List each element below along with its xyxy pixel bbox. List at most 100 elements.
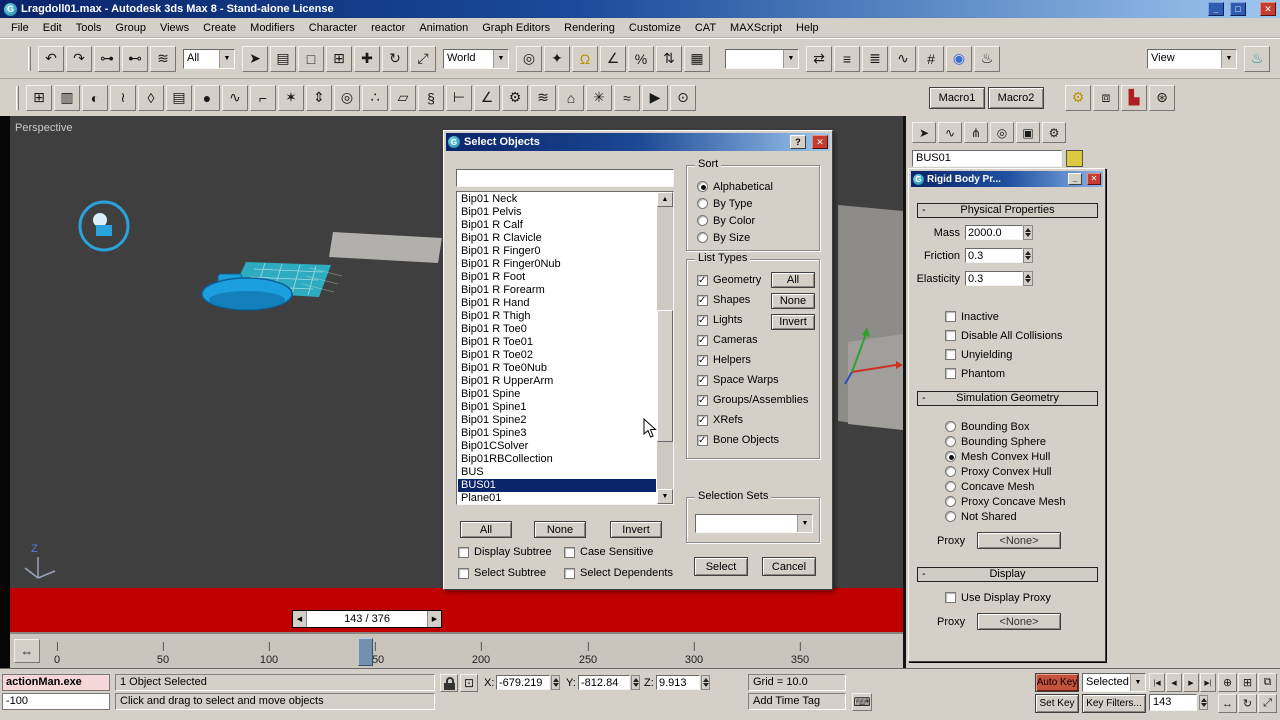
auto-key-button[interactable]: Auto Key: [1035, 673, 1079, 692]
menu-item[interactable]: MAXScript: [723, 20, 789, 36]
undo-icon[interactable]: ↶: [38, 45, 64, 72]
close-button[interactable]: ✕: [1260, 2, 1276, 16]
rollout-collapse-icon[interactable]: -: [922, 568, 926, 581]
object-list-item[interactable]: Bip01CSolver: [458, 440, 656, 453]
rigid-body-titlebar[interactable]: G Rigid Body Pr... _ ✕: [911, 171, 1103, 187]
reference-coordinate-dropdown[interactable]: World ▼: [443, 48, 509, 69]
rollout-collapse-icon[interactable]: -: [922, 204, 926, 217]
modify-tab-icon[interactable]: ∿: [938, 122, 962, 143]
previous-key-button[interactable]: ◀: [293, 611, 307, 627]
z-coordinate-field[interactable]: 9.913: [656, 675, 700, 690]
list-type-checkbox[interactable]: Groups/Assemblies: [697, 390, 819, 410]
list-scrollbar[interactable]: ▲ ▼: [657, 192, 673, 504]
menu-item[interactable]: Edit: [36, 20, 69, 36]
scrollbar-thumb[interactable]: [657, 310, 673, 442]
macro2-button[interactable]: Macro2: [988, 86, 1044, 109]
simulation-geometry-rollout[interactable]: - Simulation Geometry: [917, 391, 1098, 406]
list-type-checkbox[interactable]: Space Warps: [697, 370, 819, 390]
render-type-dropdown[interactable]: View ▼: [1147, 48, 1237, 69]
window-crossing-icon[interactable]: ⊞: [326, 45, 352, 72]
object-list-item[interactable]: Bip01 R Finger0Nub: [458, 258, 656, 271]
toolbar-grip[interactable]: [28, 46, 31, 71]
water-icon[interactable]: ≈: [614, 84, 640, 111]
arc-rotate-icon[interactable]: ↻: [1238, 694, 1257, 713]
property-value-field[interactable]: 2000.0: [965, 225, 1023, 240]
macro1-button[interactable]: Macro1: [929, 86, 985, 109]
select-and-link-icon[interactable]: ⊶: [94, 45, 120, 72]
object-list-item[interactable]: Bip01 R Calf: [458, 219, 656, 232]
proxy-button[interactable]: <None>: [977, 532, 1061, 549]
x-coordinate-field[interactable]: -679.219: [496, 675, 550, 690]
minimize-button[interactable]: _: [1208, 2, 1224, 16]
time-slider[interactable]: ⇔ 0 50 100 150 200 250 300 350: [10, 632, 903, 668]
dialog-option-checkbox[interactable]: Select Subtree: [458, 564, 564, 582]
layer-manager-icon[interactable]: ≣: [862, 45, 888, 72]
rigid-body-checkbox[interactable]: Phantom: [945, 364, 1063, 383]
property-spinner[interactable]: [1023, 248, 1033, 263]
invert-selection-button[interactable]: Invert: [610, 521, 662, 538]
rigid-body-checkbox[interactable]: Disable All Collisions: [945, 326, 1063, 345]
unlink-selection-icon[interactable]: ⊷: [122, 45, 148, 72]
object-list-item[interactable]: Bip01 Spine2: [458, 414, 656, 427]
menu-item[interactable]: Views: [153, 20, 196, 36]
rigid-body-checkbox[interactable]: Inactive: [945, 307, 1063, 326]
list-type-filter-button[interactable]: All: [771, 272, 815, 288]
select-object-icon[interactable]: ➤: [242, 45, 268, 72]
menu-item[interactable]: Modifiers: [243, 20, 302, 36]
object-list-item[interactable]: Bip01 R Hand: [458, 297, 656, 310]
car-wheel-constraint-icon[interactable]: ◎: [334, 84, 360, 111]
menu-item[interactable]: Character: [302, 20, 364, 36]
object-list-item[interactable]: BUS: [458, 466, 656, 479]
lock-selection-button[interactable]: [440, 674, 458, 692]
snap-toggle-icon[interactable]: Ω: [572, 45, 598, 72]
pan-icon[interactable]: ↔: [1218, 694, 1237, 713]
frame-spinner[interactable]: [1199, 695, 1208, 710]
object-list-item[interactable]: Bip01RBCollection: [458, 453, 656, 466]
menu-item[interactable]: Group: [108, 20, 153, 36]
object-list-item[interactable]: Bip01 R UpperArm: [458, 375, 656, 388]
named-selection-dropdown[interactable]: ▼: [725, 48, 799, 69]
object-list-item[interactable]: Bip01 Neck: [458, 193, 656, 206]
dialog-option-checkbox[interactable]: Case Sensitive: [564, 543, 688, 561]
object-list-item[interactable]: Bip01 Spine1: [458, 401, 656, 414]
object-name-field[interactable]: BUS01: [912, 150, 1062, 167]
geometry-option[interactable]: Mesh Convex Hull: [945, 449, 1066, 464]
wind-icon[interactable]: ≋: [530, 84, 556, 111]
property-spinner[interactable]: [1023, 271, 1033, 286]
display-proxy-button[interactable]: <None>: [977, 613, 1061, 630]
toolbar-grip[interactable]: [16, 85, 19, 110]
cancel-button[interactable]: Cancel: [762, 557, 816, 576]
use-display-proxy-checkbox[interactable]: Use Display Proxy: [945, 590, 1051, 605]
geometry-option[interactable]: Bounding Sphere: [945, 434, 1066, 449]
go-to-end-button[interactable]: ▶|: [1200, 673, 1216, 692]
keyboard-shortcut-override-icon[interactable]: ⌨: [852, 693, 872, 711]
scroll-down-icon[interactable]: ▼: [657, 489, 673, 504]
menu-item[interactable]: reactor: [364, 20, 412, 36]
dialog-close-button[interactable]: ✕: [812, 135, 828, 149]
object-list-item[interactable]: Plane01: [458, 492, 656, 503]
dialog-option-checkbox[interactable]: Select Dependents: [564, 564, 688, 582]
time-slider-handle-icon[interactable]: ⇔: [14, 639, 40, 663]
viewport-label[interactable]: Perspective: [15, 122, 72, 134]
x-spinner[interactable]: [551, 675, 560, 690]
hierarchy-tab-icon[interactable]: ⋔: [964, 122, 988, 143]
dialog-titlebar[interactable]: G Select Objects ? ✕: [446, 133, 830, 151]
cloth-modifier-icon[interactable]: ▤: [166, 84, 192, 111]
close-button[interactable]: ✕: [1087, 173, 1101, 185]
list-type-checkbox[interactable]: XRefs: [697, 410, 819, 430]
sort-option[interactable]: By Color: [697, 212, 819, 229]
align-icon[interactable]: ≡: [834, 45, 860, 72]
rope-collection-icon[interactable]: ≀: [110, 84, 136, 111]
render-scene-icon[interactable]: ♨: [974, 45, 1000, 72]
selection-sets-dropdown[interactable]: ▼: [695, 514, 813, 533]
select-button[interactable]: Select: [694, 557, 748, 576]
object-list-item[interactable]: Bip01 R Toe0: [458, 323, 656, 336]
fracture-icon[interactable]: ✳: [586, 84, 612, 111]
create-tab-icon[interactable]: ➤: [912, 122, 936, 143]
named-selection-sets-icon[interactable]: ▦: [684, 45, 710, 72]
point-point-constraint-icon[interactable]: ∴: [362, 84, 388, 111]
name-filter-input[interactable]: [456, 169, 674, 187]
select-and-manipulate-icon[interactable]: ✦: [544, 45, 570, 72]
zoom-all-icon[interactable]: ⊞: [1238, 673, 1257, 692]
macro-gear-icon[interactable]: ⚙: [1065, 84, 1091, 111]
